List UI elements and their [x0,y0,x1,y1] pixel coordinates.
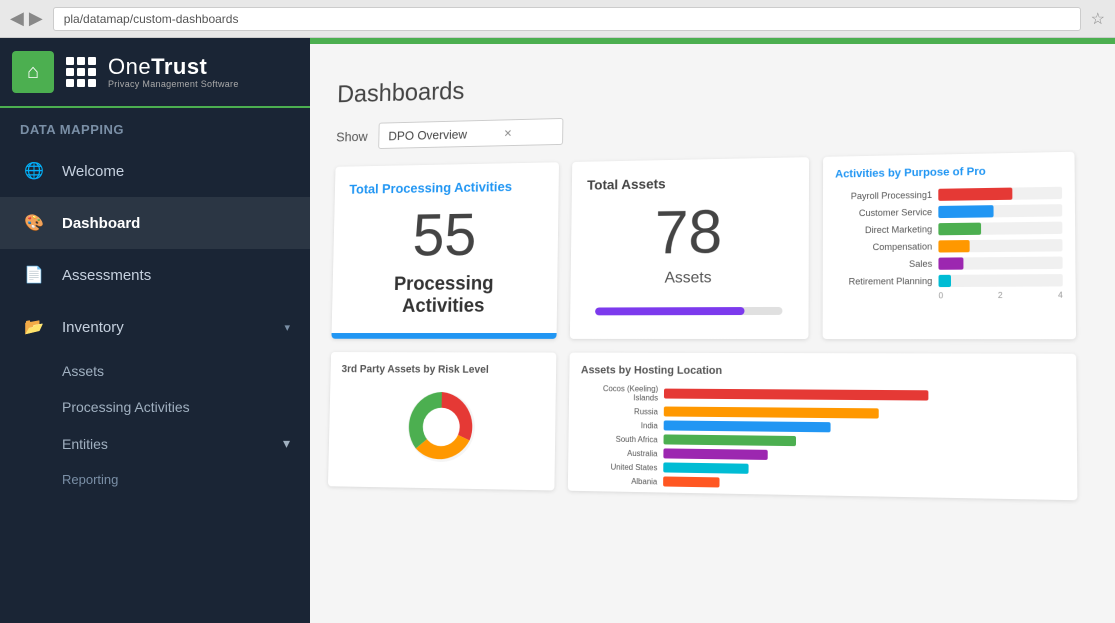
purpose-row-customer: Customer Service [835,204,1062,219]
app-container: ⌂ OneTrust Privacy Management Software D… [0,38,1115,623]
card-processing-activities: Total Processing Activities 55 Processin… [331,162,559,339]
hosting-row-3: India [580,420,1064,435]
browser-url[interactable]: pla/datamap/custom-dashboards [53,7,1081,31]
home-icon: ⌂ [12,51,54,93]
logo-text: OneTrust Privacy Management Software [108,55,239,89]
purpose-bars: Payroll Processing1 Customer Service [835,187,1063,288]
hosting-row-1: Cocos (Keeling) Islands [581,384,1064,406]
dashboard-icon: 🎨 [20,209,48,237]
page-title: Dashboards [337,57,1074,109]
grid-icon [66,57,96,87]
close-icon[interactable]: × [504,125,512,140]
hosting-row-4: South Africa [580,433,1064,449]
sidebar-item-assessments[interactable]: 📄 Assessments [0,249,310,301]
browser-controls: ◀ ▶ [10,8,43,29]
sidebar-item-entities[interactable]: Entities ▾ [0,425,310,462]
main-content: Dashboards Show DPO Overview × Total Pro… [310,38,1115,623]
show-select[interactable]: DPO Overview × [378,118,563,149]
purpose-row-retirement: Retirement Planning [835,274,1063,288]
risk-pie-chart [398,383,483,471]
sidebar-item-inventory[interactable]: 📂 Inventory ▾ [0,301,310,353]
sidebar-item-dashboard[interactable]: 🎨 Dashboard [0,197,310,249]
perspective-wrapper: Dashboards Show DPO Overview × Total Pro… [310,44,1115,623]
hosting-row-2: Russia [580,406,1063,421]
content-panel: Dashboards Show DPO Overview × Total Pro… [310,44,1105,623]
browser-bar: ◀ ▶ pla/datamap/custom-dashboards ☆ [0,0,1115,38]
globe-icon: 🌐 [20,157,48,185]
sidebar-header: ⌂ OneTrust Privacy Management Software [0,38,310,108]
purpose-row-sales: Sales [835,257,1063,271]
sidebar-item-reporting[interactable]: Reporting [0,462,310,497]
section-label: DATA MAPPING [0,108,310,145]
card-hosting-location: Assets by Hosting Location Cocos (Keelin… [568,353,1078,501]
cards-grid: Total Processing Activities 55 Processin… [328,152,1077,501]
purpose-row-payroll: Payroll Processing1 [835,187,1062,203]
processing-bottom-bar [331,333,556,339]
inventory-icon: 📂 [20,313,48,341]
chevron-down-icon: ▾ [284,321,290,334]
assessments-icon: 📄 [20,261,48,289]
card-risk-level: 3rd Party Assets by Risk Level [328,352,556,490]
entities-chevron-icon: ▾ [283,435,290,452]
card-total-assets: Total Assets 78 Assets [570,157,809,339]
sidebar: ⌂ OneTrust Privacy Management Software D… [0,38,310,623]
show-bar: Show DPO Overview × [336,105,1074,150]
assets-progress-fill [595,307,744,315]
purpose-row-compensation: Compensation [835,239,1063,253]
card-activities-by-purpose: Activities by Purpose of Pro Payroll Pro… [823,152,1076,339]
browser-star[interactable]: ☆ [1091,9,1105,29]
hosting-bars: Cocos (Keeling) Islands Russia India [579,384,1064,494]
sidebar-item-processing-activities[interactable]: Processing Activities [0,389,310,425]
sidebar-item-assets[interactable]: Assets [0,353,310,389]
purpose-axis: 0 2 4 [835,291,1063,301]
assets-progress-bar [595,307,782,315]
purpose-row-marketing: Direct Marketing [835,222,1062,237]
sidebar-item-welcome[interactable]: 🌐 Welcome [0,145,310,197]
